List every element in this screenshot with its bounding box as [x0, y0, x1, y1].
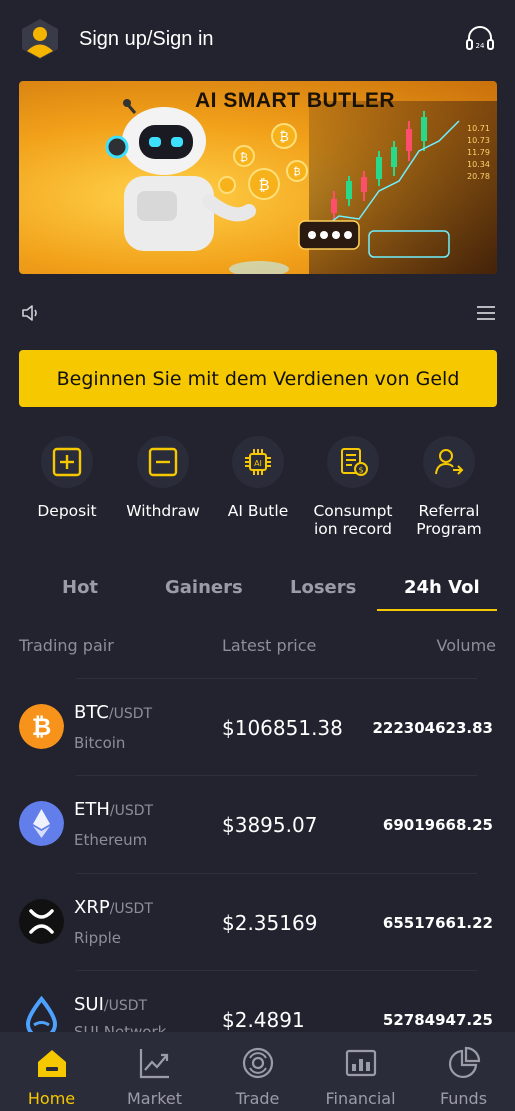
- quick-action-label: Withdraw: [126, 502, 200, 520]
- svg-text:₿: ₿: [240, 151, 248, 164]
- speaker-icon: [22, 305, 37, 321]
- pair-symbol: ETH/USDT: [74, 799, 153, 820]
- bottom-navigation: Home Market Trade Financial Funds: [0, 1032, 515, 1111]
- volume-value: 69019668.25: [382, 816, 493, 834]
- bitcoin-icon: ₿: [19, 704, 64, 749]
- customer-support-headset-icon[interactable]: 24: [464, 24, 496, 56]
- quote-symbol: /USDT: [109, 803, 154, 819]
- base-symbol: XRP: [74, 897, 110, 918]
- quote-symbol: /USDT: [108, 706, 153, 722]
- svg-text:10.71: 10.71: [467, 124, 490, 133]
- quick-action-deposit[interactable]: Deposit: [17, 436, 117, 520]
- volume-value: 65517661.22: [382, 914, 493, 932]
- table-row[interactable]: SUI/USDT SUI Network $2.4891 52784947.25: [0, 970, 515, 1032]
- volume-value: 52784947.25: [382, 1011, 493, 1029]
- financial-icon: [345, 1049, 376, 1077]
- market-tabs: Hot Gainers Losers 24h Vol: [0, 565, 515, 613]
- tab-gainers[interactable]: Gainers: [165, 577, 243, 598]
- active-tab-indicator: [377, 609, 497, 611]
- tab-24h-vol[interactable]: 24h Vol: [404, 577, 480, 598]
- svg-text:10.73: 10.73: [467, 136, 490, 145]
- svg-text:20.78: 20.78: [467, 172, 490, 181]
- ai-chip-icon: AI: [232, 436, 284, 488]
- base-symbol: SUI: [74, 994, 104, 1015]
- quick-action-referral-program[interactable]: Referral Program: [399, 436, 499, 538]
- quick-action-ai-butler[interactable]: AI AI Butle: [208, 436, 308, 520]
- svg-text:₿: ₿: [258, 176, 269, 194]
- app-header: Sign up/Sign in 24: [0, 0, 515, 80]
- quick-action-label: AI Butle: [227, 502, 289, 520]
- svg-text:24: 24: [476, 42, 485, 50]
- row-divider: [76, 873, 477, 874]
- nav-funds[interactable]: Funds: [412, 1032, 515, 1111]
- row-divider: [76, 970, 477, 971]
- quote-symbol: /USDT: [109, 901, 153, 917]
- column-header-price: Latest price: [222, 636, 317, 655]
- user-avatar-icon[interactable]: [20, 18, 60, 60]
- volume-value: 222304623.83: [372, 719, 493, 737]
- nav-label: Trade: [235, 1089, 280, 1108]
- coin-name: Ripple: [74, 929, 122, 947]
- funds-pie-icon: [448, 1046, 480, 1078]
- table-row[interactable]: XRP/USDT Ripple $2.35169 65517661.22: [0, 873, 515, 970]
- quick-action-label: Referral Program: [416, 502, 482, 538]
- banner-title: AI SMART BUTLER: [195, 89, 395, 112]
- nav-label: Funds: [439, 1089, 488, 1108]
- tab-hot[interactable]: Hot: [62, 577, 98, 598]
- home-icon: [37, 1050, 66, 1077]
- trade-exchange-icon: [242, 1047, 273, 1079]
- latest-price: $106851.38: [222, 716, 343, 740]
- nav-trade[interactable]: Trade: [206, 1032, 309, 1111]
- nav-home[interactable]: Home: [0, 1032, 103, 1111]
- table-row[interactable]: ETH/USDT Ethereum $3895.07 69019668.25: [0, 775, 515, 872]
- svg-text:10.34: 10.34: [467, 160, 490, 169]
- tab-losers[interactable]: Losers: [290, 577, 356, 598]
- nav-market[interactable]: Market: [103, 1032, 206, 1111]
- ethereum-icon: [19, 801, 64, 846]
- sui-icon: [25, 996, 58, 1032]
- nav-label: Home: [27, 1089, 76, 1108]
- start-earning-button[interactable]: Beginnen Sie mit dem Verdienen von Geld: [19, 350, 497, 407]
- quick-action-withdraw[interactable]: Withdraw: [113, 436, 213, 520]
- coin-name: SUI Network: [74, 1023, 167, 1032]
- svg-text:₿: ₿: [279, 130, 289, 145]
- latest-price: $2.35169: [222, 911, 318, 935]
- ripple-icon: [19, 899, 64, 944]
- coin-name: Bitcoin: [74, 734, 126, 752]
- nav-financial[interactable]: Financial: [309, 1032, 412, 1111]
- row-divider: [76, 775, 477, 776]
- latest-price: $3895.07: [222, 813, 318, 837]
- promo-banner[interactable]: 10.71 10.73 11.79 10.34 20.78 ₿ ₿ ₿ ₿ AI…: [19, 81, 497, 274]
- pair-symbol: SUI/USDT: [74, 994, 147, 1015]
- market-chart-icon: [139, 1049, 169, 1079]
- pair-symbol: XRP/USDT: [74, 897, 153, 918]
- referral-icon: [423, 436, 475, 488]
- latest-price: $2.4891: [222, 1008, 305, 1032]
- nav-label: Financial: [325, 1089, 396, 1108]
- svg-text:₿: ₿: [293, 166, 300, 178]
- svg-text:$: $: [358, 466, 363, 475]
- svg-text:₿: ₿: [32, 713, 52, 741]
- svg-text:AI: AI: [254, 459, 262, 468]
- quick-action-label: Deposit: [37, 502, 97, 520]
- menu-icon[interactable]: [475, 302, 497, 324]
- coin-name: Ethereum: [74, 831, 148, 849]
- column-header-volume: Volume: [436, 636, 496, 655]
- minus-square-icon: [137, 436, 189, 488]
- row-divider: [76, 678, 477, 679]
- plus-square-icon: [41, 436, 93, 488]
- receipt-icon: $: [327, 436, 379, 488]
- quote-symbol: /USDT: [103, 998, 148, 1014]
- signin-link[interactable]: Sign up/Sign in: [79, 28, 214, 51]
- announcement-bar: [0, 292, 515, 332]
- pair-symbol: BTC/USDT: [74, 702, 152, 723]
- table-row[interactable]: ₿ BTC/USDT Bitcoin $106851.38 222304623.…: [0, 678, 515, 775]
- base-symbol: BTC: [74, 702, 109, 723]
- base-symbol: ETH: [74, 799, 110, 820]
- column-header-pair: Trading pair: [19, 636, 114, 655]
- quick-action-consumption-record[interactable]: $ Consumpt ion record: [303, 436, 403, 538]
- svg-text:11.79: 11.79: [467, 148, 490, 157]
- nav-label: Market: [127, 1089, 182, 1108]
- quick-action-label: Consumpt ion record: [313, 502, 393, 538]
